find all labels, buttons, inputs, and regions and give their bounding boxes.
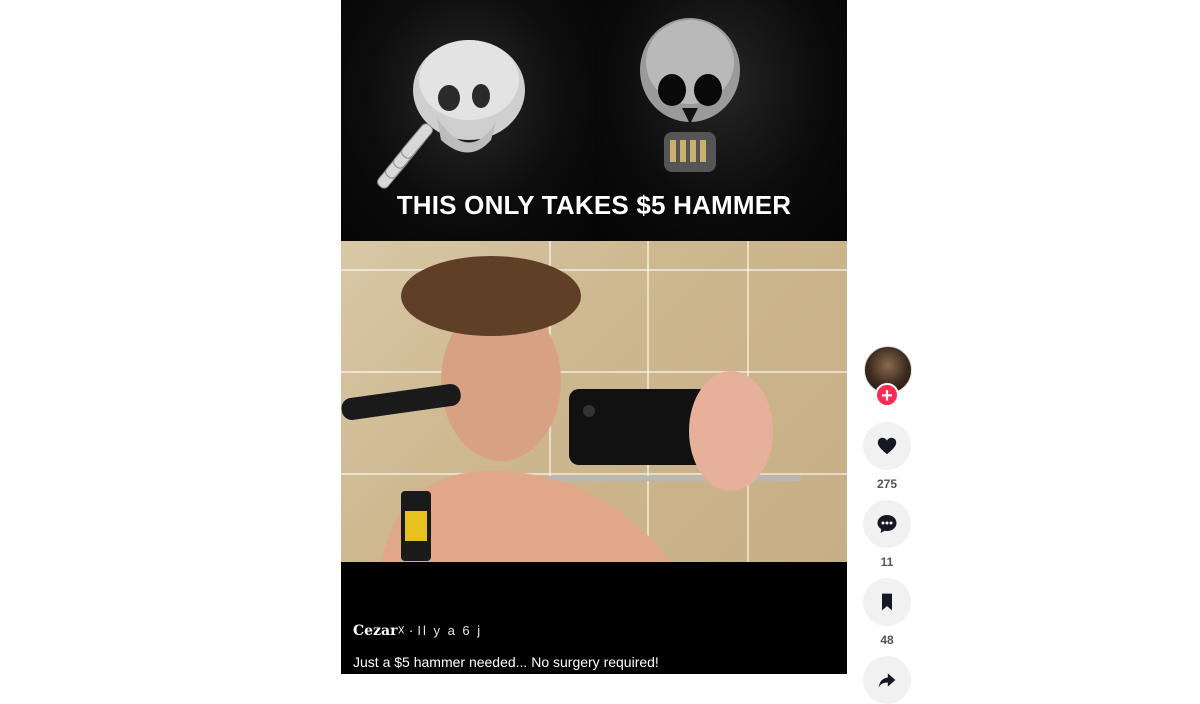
video-description: Just a $5 hammer needed... No surgery re… [353, 654, 659, 670]
post-time: Il y a 6 j [417, 623, 483, 638]
bookmark-icon [882, 593, 892, 611]
heart-icon [877, 437, 897, 455]
like-count: 275 [876, 477, 898, 491]
author-name[interactable]: Cezar [353, 623, 397, 639]
like-button[interactable] [863, 422, 911, 470]
video-top-panel: THIS ONLY TAKES $5 HAMMER [341, 0, 847, 241]
save-count: 48 [880, 633, 894, 647]
comment-button[interactable] [863, 500, 911, 548]
comment-icon [877, 515, 897, 533]
video-player[interactable]: THIS ONLY TAKES $5 HAMMER Cezar☓ · Il y … [341, 0, 847, 674]
share-button[interactable] [863, 656, 911, 704]
author-line: Cezar☓ · Il y a 6 j [353, 622, 482, 639]
comment-count: 11 [880, 555, 894, 569]
follow-button[interactable]: + [875, 383, 899, 407]
mirror-selfie-frame [341, 241, 847, 562]
separator-dot: · [408, 622, 414, 638]
author-name-suffix: ☓ [397, 622, 405, 638]
save-button[interactable] [863, 578, 911, 626]
share-icon [878, 673, 896, 688]
video-overlay-text: THIS ONLY TAKES $5 HAMMER [396, 190, 792, 220]
